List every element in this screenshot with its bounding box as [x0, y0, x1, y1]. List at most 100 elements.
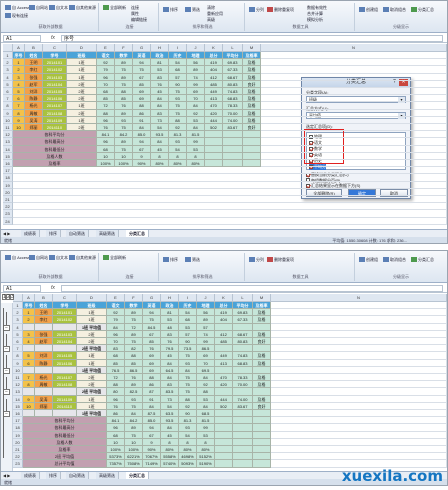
stat-cell[interactable]: 54 [169, 145, 187, 153]
table-cell[interactable]: 75 [125, 402, 143, 410]
stat-cell[interactable]: 100% [115, 160, 133, 168]
column-header[interactable]: M [253, 294, 271, 302]
table-cell[interactable]: 83 [151, 73, 169, 81]
table-cell[interactable]: 413 [205, 95, 223, 103]
table-cell[interactable] [205, 160, 223, 168]
empty-row[interactable] [13, 217, 447, 225]
table-cell[interactable]: 1班 平均值 [77, 366, 107, 374]
column-header[interactable]: A [23, 294, 35, 302]
table-cell[interactable]: 及格 [243, 66, 261, 74]
table-cell[interactable]: 1班 [77, 352, 107, 360]
row-header[interactable]: 13 [13, 388, 23, 396]
column-title[interactable]: 姓名 [35, 302, 53, 310]
table-cell[interactable]: 76 [143, 345, 161, 353]
row-header[interactable]: 23 [13, 460, 23, 468]
row-header[interactable]: 17 [3, 167, 13, 175]
table-cell[interactable]: 90 [169, 80, 187, 88]
empty-cell[interactable] [271, 388, 447, 396]
table-cell[interactable]: 2班 [67, 88, 97, 96]
table-cell[interactable]: 2014107 [43, 102, 67, 110]
table-cell[interactable]: 404 [205, 66, 223, 74]
table-cell[interactable]: 84 [107, 323, 125, 331]
table-cell[interactable]: 79 [107, 316, 125, 324]
table-cell[interactable] [233, 431, 253, 439]
table-cell[interactable]: 及格 [253, 309, 271, 317]
stat-cell[interactable]: 80% [187, 160, 205, 168]
table-cell[interactable]: 70 [197, 359, 215, 367]
table-cell[interactable]: 2014106 [53, 359, 77, 367]
column-header[interactable]: M [243, 44, 261, 52]
column-header[interactable]: H [151, 44, 169, 52]
column-header[interactable]: B [25, 44, 43, 52]
table-cell[interactable] [233, 446, 253, 454]
row-header[interactable]: 24 [3, 217, 13, 225]
table-cell[interactable] [253, 366, 271, 374]
stat-cell[interactable]: 6221% [125, 453, 143, 461]
table-cell[interactable]: 2班 [67, 95, 97, 103]
row-header[interactable]: 18 [3, 174, 13, 182]
stat-cell[interactable]: 10 [115, 152, 133, 160]
table-cell[interactable]: 李红 [25, 66, 43, 74]
row-header[interactable]: 6 [13, 338, 23, 346]
stat-cell[interactable]: 4698% [179, 453, 197, 461]
table-cell[interactable]: 85 [107, 359, 125, 367]
table-cell[interactable]: 79 [97, 66, 115, 74]
stat-cell[interactable]: 89 [125, 424, 143, 432]
table-cell[interactable] [53, 323, 77, 331]
empty-cell[interactable] [261, 109, 447, 117]
table-cell[interactable]: 刘洋 [35, 352, 53, 360]
stat-cell[interactable]: 85.0 [133, 131, 151, 139]
table-cell[interactable]: 92 [97, 59, 115, 67]
table-cell[interactable]: 8 [23, 381, 35, 389]
table-cell[interactable] [253, 424, 271, 432]
table-cell[interactable] [223, 152, 243, 160]
stat-cell[interactable]: 81.3 [169, 131, 187, 139]
row-header[interactable]: 15 [3, 152, 13, 160]
table-cell[interactable]: 94 [133, 59, 151, 67]
table-cell[interactable]: 69 [133, 88, 151, 96]
row-header[interactable]: 8 [13, 352, 23, 360]
stat-cell[interactable]: 67 [143, 431, 161, 439]
table-cell[interactable]: 83.67 [233, 402, 253, 410]
stat-cell[interactable]: 100% [107, 446, 125, 454]
ribbon-btn-web[interactable]: 自网站 [29, 255, 48, 261]
empty-cell[interactable] [271, 323, 447, 331]
table-cell[interactable] [53, 366, 77, 374]
column-title[interactable]: 总分 [205, 52, 223, 60]
table-cell[interactable]: 64.5 [161, 366, 179, 374]
table-cell[interactable] [243, 131, 261, 139]
row-header[interactable]: 2 [13, 309, 23, 317]
column-title[interactable]: 英语 [143, 302, 161, 310]
table-cell[interactable]: 2班 [77, 330, 107, 338]
table-cell[interactable]: 89 [197, 316, 215, 324]
column-title[interactable]: 政治 [161, 302, 179, 310]
table-cell[interactable]: 2014106 [43, 95, 67, 103]
stat-label[interactable]: 各科最高分 [23, 424, 107, 432]
table-cell[interactable]: 502 [205, 124, 223, 132]
column-header[interactable]: G [133, 44, 151, 52]
table-cell[interactable]: 1班 [77, 359, 107, 367]
ribbon-btn-existing[interactable]: 现有连接 [5, 13, 28, 19]
select-all-corner[interactable] [3, 44, 13, 52]
table-cell[interactable]: 4 [13, 80, 25, 88]
table-cell[interactable]: 赵军 [25, 80, 43, 88]
stat-label[interactable]: 各科平均分 [13, 131, 97, 139]
row-header[interactable]: 9 [3, 109, 13, 117]
table-cell[interactable] [243, 138, 261, 146]
table-cell[interactable]: 413 [215, 359, 233, 367]
stat-cell[interactable]: 84 [161, 424, 179, 432]
ribbon-btn-web[interactable]: 自网站 [29, 5, 48, 11]
column-title[interactable]: 历史 [169, 52, 187, 60]
row-header[interactable]: 3 [13, 316, 23, 324]
table-cell[interactable]: 88 [107, 381, 125, 389]
table-cell[interactable]: 84 [133, 124, 151, 132]
table-cell[interactable]: 2014103 [43, 73, 67, 81]
empty-cell[interactable] [261, 145, 447, 153]
table-cell[interactable]: 93 [179, 359, 197, 367]
table-cell[interactable]: 2014108 [43, 109, 67, 117]
stat-cell[interactable]: 80% [151, 160, 169, 168]
table-cell[interactable]: 470 [205, 102, 223, 110]
table-cell[interactable]: 9 [13, 116, 25, 124]
table-cell[interactable]: 良好 [253, 338, 271, 346]
stat-cell[interactable]: 5558% [161, 453, 179, 461]
